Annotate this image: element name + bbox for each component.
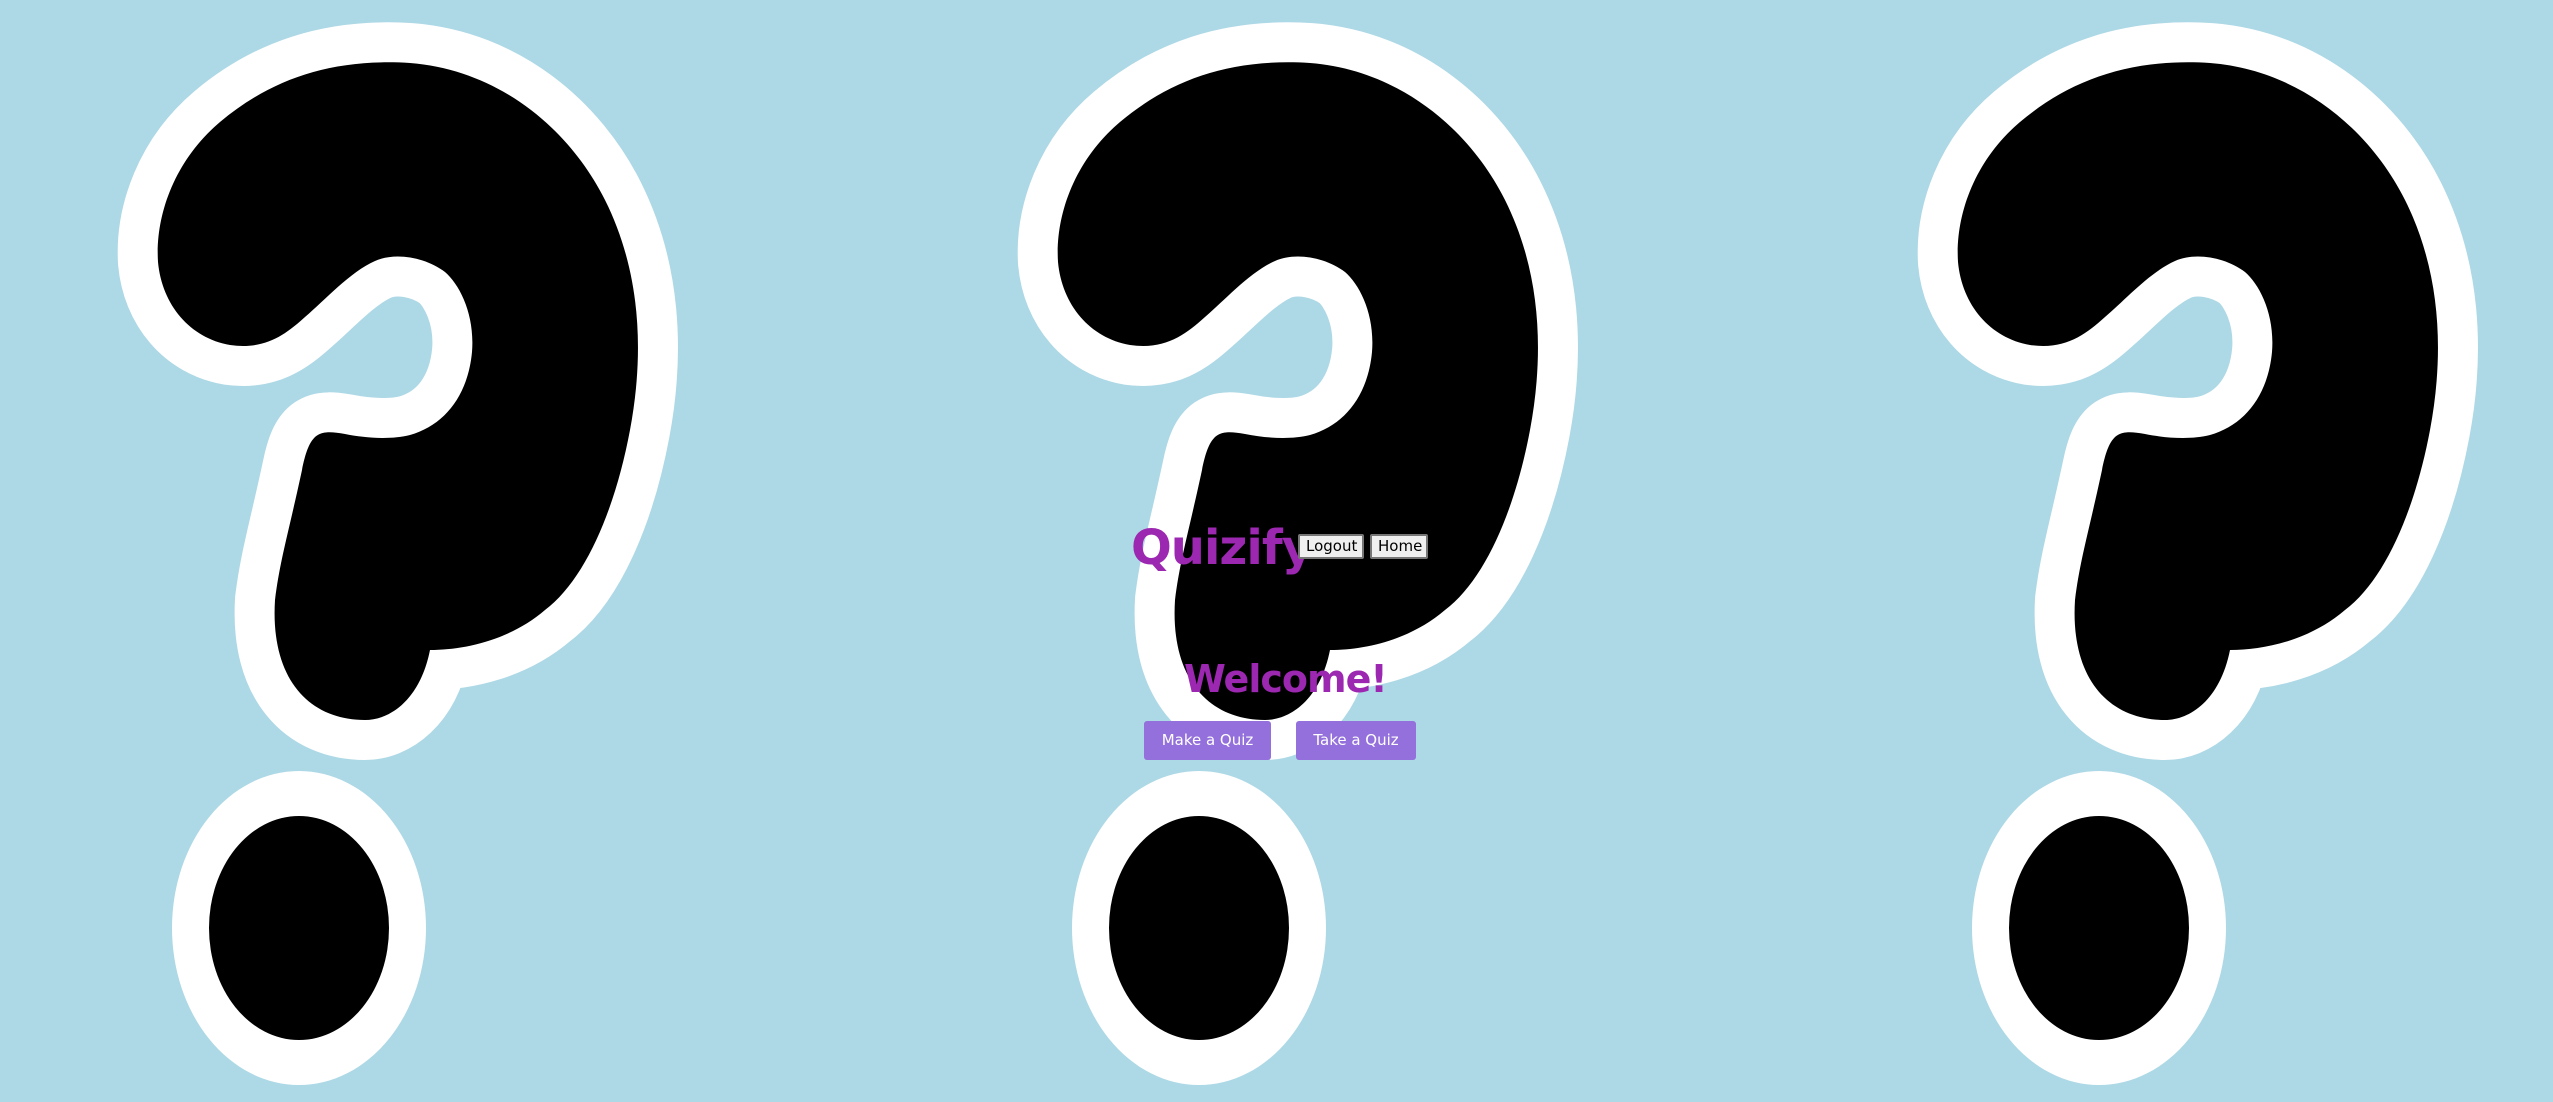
take-quiz-button[interactable]: Take a Quiz bbox=[1296, 721, 1416, 760]
make-quiz-button[interactable]: Make a Quiz bbox=[1144, 721, 1271, 760]
welcome-heading: Welcome! bbox=[1184, 657, 1388, 701]
page-title: Quizify bbox=[1131, 520, 1313, 576]
logout-button[interactable]: Logout bbox=[1298, 534, 1364, 559]
question-mark-dot bbox=[209, 816, 389, 1040]
question-mark-dot bbox=[1109, 816, 1289, 1040]
question-mark-dot bbox=[2009, 816, 2189, 1040]
home-button[interactable]: Home bbox=[1370, 534, 1428, 559]
